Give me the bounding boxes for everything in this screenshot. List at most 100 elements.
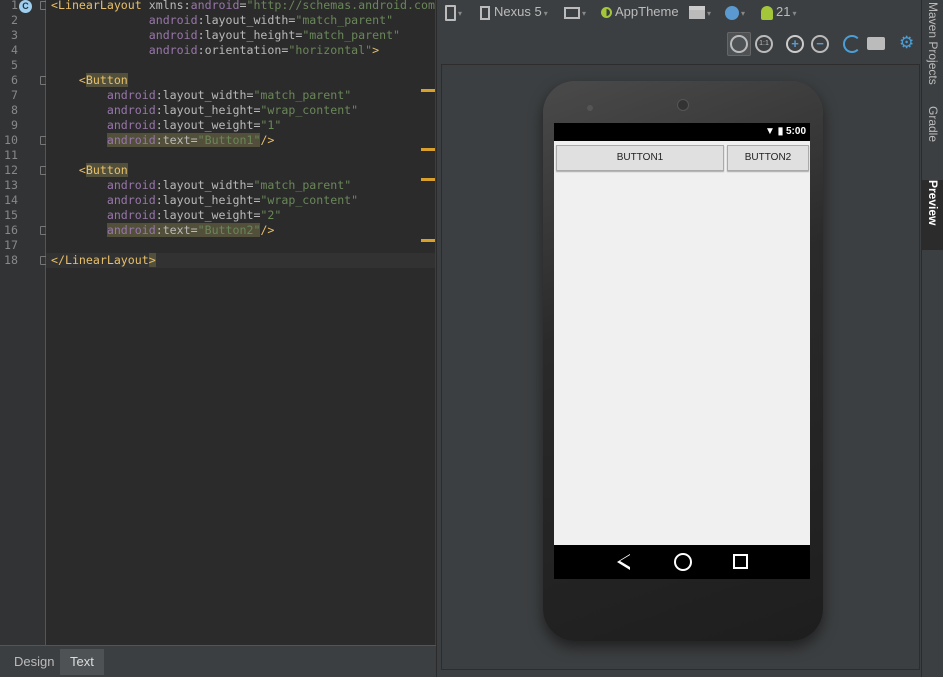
- line-number: 12: [4, 163, 18, 177]
- code-line: android:layout_weight="1": [51, 118, 282, 133]
- warning-marker[interactable]: [421, 89, 435, 92]
- code-line: android:layout_weight="2": [51, 208, 282, 223]
- code-token: :text=: [155, 223, 198, 237]
- code-token: "Button2": [197, 223, 261, 237]
- code-token: android: [106, 133, 156, 147]
- code-token: Button: [85, 73, 128, 87]
- warning-marker[interactable]: [421, 148, 435, 151]
- line-number: 17: [4, 238, 18, 252]
- back-icon-inner: [620, 555, 630, 567]
- activity-dropdown[interactable]: ▾: [689, 2, 711, 22]
- code-token: "1": [260, 118, 282, 132]
- code-token: "wrap_content": [260, 193, 359, 207]
- line-number: 10: [4, 133, 18, 147]
- code-line: android:text="Button1"/>: [51, 133, 274, 148]
- tab-text[interactable]: Text: [60, 649, 104, 675]
- code-line: android:layout_width="match_parent": [51, 178, 351, 193]
- code-token: :layout_width=: [155, 88, 254, 102]
- code-line: <LinearLayout xmlns:android="http://sche…: [51, 0, 435, 13]
- theme-label: AppTheme: [615, 4, 679, 19]
- device-file-icon: [445, 4, 456, 21]
- line-number: 13: [4, 178, 18, 192]
- class-badge-icon: C: [19, 0, 32, 13]
- sensor: [587, 105, 593, 111]
- code-token: android: [148, 28, 198, 42]
- api-label: 21: [776, 4, 791, 19]
- code-line: </LinearLayout>: [46, 253, 435, 268]
- button1-preview[interactable]: BUTTON1: [556, 145, 724, 171]
- theme-dropdown[interactable]: AppTheme: [601, 2, 679, 22]
- orientation-dropdown[interactable]: ▾: [564, 2, 586, 22]
- front-camera: [677, 99, 689, 111]
- code-line: <Button: [51, 163, 128, 178]
- line-number: 14: [4, 193, 18, 207]
- refresh-icon[interactable]: [843, 35, 861, 53]
- code-token: android: [106, 208, 156, 222]
- zoom-in-icon[interactable]: +: [786, 35, 804, 53]
- code-token: :layout_height=: [155, 193, 261, 207]
- device-label: Nexus 5: [494, 4, 542, 19]
- code-token: <LinearLayout: [51, 0, 142, 12]
- settings-gear-icon[interactable]: ⚙: [899, 33, 914, 53]
- code-token: <: [51, 163, 86, 177]
- code-line: android:layout_width="match_parent": [51, 88, 351, 103]
- code-token: "match_parent": [295, 13, 394, 27]
- code-token: android: [190, 0, 240, 12]
- button2-preview[interactable]: BUTTON2: [727, 145, 809, 171]
- code-token: :layout_height=: [155, 103, 261, 117]
- editor-gutter: C 1 2 3 4 5 6 7 8 9 10 11 12 13 14 15 16 17 18: [0, 0, 68, 645]
- tab-design[interactable]: Design: [4, 649, 64, 675]
- device-screen: ▼ ▮ 5:00 BUTTON1 BUTTON2: [554, 123, 810, 579]
- code-token: :layout_height=: [197, 28, 303, 42]
- window-icon: [689, 6, 705, 20]
- code-token: "match_parent": [302, 28, 401, 42]
- zoom-actual-icon[interactable]: 1:1: [755, 35, 773, 53]
- preview-panel: ▾ Nexus 5 ▾ ▾ AppTheme ▾ ▾ 21 ▾ 1:1 + − ⚙ …: [436, 0, 921, 677]
- locale-dropdown[interactable]: ▾: [725, 2, 745, 22]
- line-number: 15: [4, 208, 18, 222]
- code-token: android: [148, 13, 198, 27]
- code-line: android:layout_height="wrap_content": [51, 193, 358, 208]
- code-token: android: [106, 178, 156, 192]
- line-number: 9: [11, 118, 18, 132]
- rotate-icon: [564, 6, 580, 19]
- code-token: :orientation=: [197, 43, 289, 57]
- code-token: xmlns:: [141, 0, 191, 12]
- android-icon: [761, 5, 773, 20]
- zoom-fit-icon: [730, 35, 748, 53]
- device-config-dropdown[interactable]: ▾: [445, 2, 462, 22]
- code-token: "http://schemas.android.com: [246, 0, 435, 12]
- line-number: 18: [4, 253, 18, 267]
- tab-gradle[interactable]: Gradle: [922, 106, 943, 142]
- tab-maven-projects[interactable]: Maven Projects: [922, 2, 943, 85]
- camera-icon[interactable]: [867, 37, 885, 50]
- bottom-tab-bar: Design Text: [0, 645, 436, 677]
- code-editor[interactable]: <LinearLayout xmlns:android="http://sche…: [46, 0, 435, 645]
- tab-preview[interactable]: Preview: [922, 180, 943, 250]
- code-token: Button: [85, 163, 128, 177]
- code-line: android:text="Button2"/>: [51, 223, 274, 238]
- zoom-out-icon[interactable]: −: [811, 35, 829, 53]
- nav-bar: [554, 545, 810, 579]
- code-line: android:layout_height="match_parent": [51, 28, 400, 43]
- code-token: "horizontal": [288, 43, 373, 57]
- code-token: :text=: [155, 133, 198, 147]
- recents-icon: [733, 554, 748, 569]
- warning-marker[interactable]: [421, 239, 435, 242]
- line-number: 5: [11, 58, 18, 72]
- device-dropdown[interactable]: Nexus 5 ▾: [480, 2, 548, 22]
- layout-canvas[interactable]: ▼ ▮ 5:00 BUTTON1 BUTTON2: [441, 64, 920, 670]
- line-number: 1: [11, 0, 18, 12]
- code-token: android: [106, 223, 156, 237]
- line-number: 8: [11, 103, 18, 117]
- code-token: android: [106, 88, 156, 102]
- code-token: "match_parent": [253, 178, 352, 192]
- api-level-dropdown[interactable]: 21 ▾: [761, 2, 796, 22]
- warning-marker[interactable]: [421, 178, 435, 181]
